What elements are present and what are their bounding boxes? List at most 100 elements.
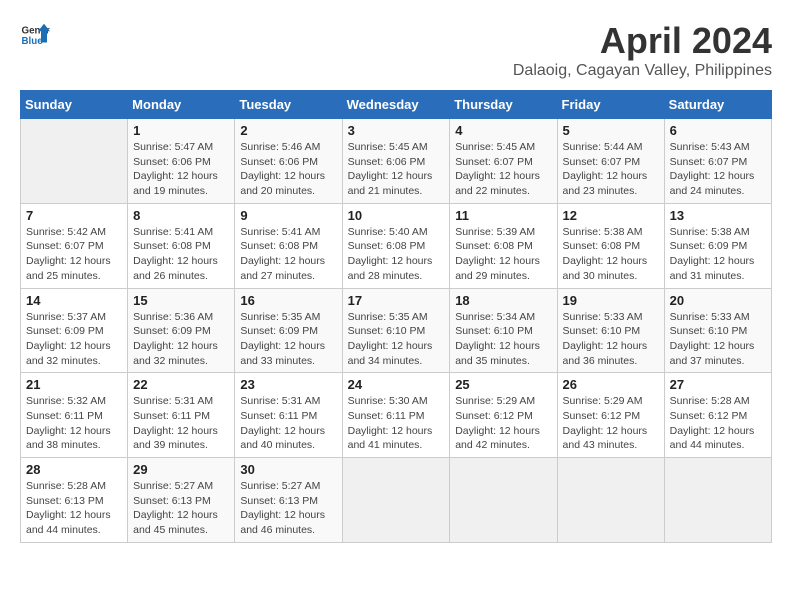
day-number: 4 xyxy=(455,123,551,138)
header-cell-thursday: Thursday xyxy=(450,91,557,119)
day-detail: Sunrise: 5:41 AM Sunset: 6:08 PM Dayligh… xyxy=(133,225,229,284)
day-number: 10 xyxy=(348,208,445,223)
day-number: 7 xyxy=(26,208,122,223)
calendar-cell: 22 Sunrise: 5:31 AM Sunset: 6:11 PM Dayli… xyxy=(128,373,235,458)
day-number: 24 xyxy=(348,377,445,392)
calendar-cell: 13 Sunrise: 5:38 AM Sunset: 6:09 PM Dayli… xyxy=(664,203,771,288)
calendar-cell: 14 Sunrise: 5:37 AM Sunset: 6:09 PM Dayli… xyxy=(21,288,128,373)
calendar-cell: 21 Sunrise: 5:32 AM Sunset: 6:11 PM Dayli… xyxy=(21,373,128,458)
day-detail: Sunrise: 5:32 AM Sunset: 6:11 PM Dayligh… xyxy=(26,394,122,453)
day-detail: Sunrise: 5:37 AM Sunset: 6:09 PM Dayligh… xyxy=(26,310,122,369)
day-number: 25 xyxy=(455,377,551,392)
calendar-cell: 4 Sunrise: 5:45 AM Sunset: 6:07 PM Daylig… xyxy=(450,119,557,204)
day-detail: Sunrise: 5:47 AM Sunset: 6:06 PM Dayligh… xyxy=(133,140,229,199)
calendar-cell: 27Sunrise: 5:28 AM Sunset: 6:12 PM Dayli… xyxy=(664,373,771,458)
calendar-cell: 25 Sunrise: 5:29 AM Sunset: 6:12 PM Dayli… xyxy=(450,373,557,458)
day-detail: Sunrise: 5:35 AM Sunset: 6:09 PM Dayligh… xyxy=(240,310,336,369)
calendar-cell xyxy=(664,458,771,543)
calendar-cell: 12 Sunrise: 5:38 AM Sunset: 6:08 PM Dayli… xyxy=(557,203,664,288)
day-detail: Sunrise: 5:31 AM Sunset: 6:11 PM Dayligh… xyxy=(133,394,229,453)
calendar-cell: 9 Sunrise: 5:41 AM Sunset: 6:08 PM Daylig… xyxy=(235,203,342,288)
calendar-cell: 26Sunrise: 5:29 AM Sunset: 6:12 PM Dayli… xyxy=(557,373,664,458)
calendar-body: 1 Sunrise: 5:47 AM Sunset: 6:06 PM Daylig… xyxy=(21,119,772,543)
calendar-cell: 2 Sunrise: 5:46 AM Sunset: 6:06 PM Daylig… xyxy=(235,119,342,204)
day-number: 9 xyxy=(240,208,336,223)
day-detail: Sunrise: 5:45 AM Sunset: 6:07 PM Dayligh… xyxy=(455,140,551,199)
calendar-cell: 24 Sunrise: 5:30 AM Sunset: 6:11 PM Dayli… xyxy=(342,373,450,458)
calendar-cell: 1 Sunrise: 5:47 AM Sunset: 6:06 PM Daylig… xyxy=(128,119,235,204)
day-detail: Sunrise: 5:38 AM Sunset: 6:09 PM Dayligh… xyxy=(670,225,766,284)
calendar-cell: 7 Sunrise: 5:42 AM Sunset: 6:07 PM Daylig… xyxy=(21,203,128,288)
day-number: 21 xyxy=(26,377,122,392)
location-title: Dalaoig, Cagayan Valley, Philippines xyxy=(513,62,772,80)
day-detail: Sunrise: 5:33 AM Sunset: 6:10 PM Dayligh… xyxy=(670,310,766,369)
day-number: 19 xyxy=(563,293,659,308)
calendar-cell: 29 Sunrise: 5:27 AM Sunset: 6:13 PM Dayli… xyxy=(128,458,235,543)
day-number: 14 xyxy=(26,293,122,308)
day-detail: Sunrise: 5:43 AM Sunset: 6:07 PM Dayligh… xyxy=(670,140,766,199)
day-number: 8 xyxy=(133,208,229,223)
header-row: SundayMondayTuesdayWednesdayThursdayFrid… xyxy=(21,91,772,119)
calendar-week-5: 28Sunrise: 5:28 AM Sunset: 6:13 PM Dayli… xyxy=(21,458,772,543)
calendar-cell xyxy=(21,119,128,204)
calendar-cell xyxy=(342,458,450,543)
day-detail: Sunrise: 5:30 AM Sunset: 6:11 PM Dayligh… xyxy=(348,394,445,453)
calendar-cell: 30Sunrise: 5:27 AM Sunset: 6:13 PM Dayli… xyxy=(235,458,342,543)
day-detail: Sunrise: 5:29 AM Sunset: 6:12 PM Dayligh… xyxy=(455,394,551,453)
day-number: 11 xyxy=(455,208,551,223)
day-number: 5 xyxy=(563,123,659,138)
day-number: 20 xyxy=(670,293,766,308)
day-detail: Sunrise: 5:28 AM Sunset: 6:13 PM Dayligh… xyxy=(26,479,122,538)
calendar-cell: 17Sunrise: 5:35 AM Sunset: 6:10 PM Dayli… xyxy=(342,288,450,373)
day-detail: Sunrise: 5:33 AM Sunset: 6:10 PM Dayligh… xyxy=(563,310,659,369)
calendar-cell: 6 Sunrise: 5:43 AM Sunset: 6:07 PM Daylig… xyxy=(664,119,771,204)
day-detail: Sunrise: 5:46 AM Sunset: 6:06 PM Dayligh… xyxy=(240,140,336,199)
calendar-week-3: 14 Sunrise: 5:37 AM Sunset: 6:09 PM Dayli… xyxy=(21,288,772,373)
day-number: 6 xyxy=(670,123,766,138)
day-detail: Sunrise: 5:44 AM Sunset: 6:07 PM Dayligh… xyxy=(563,140,659,199)
day-detail: Sunrise: 5:28 AM Sunset: 6:12 PM Dayligh… xyxy=(670,394,766,453)
header-cell-sunday: Sunday xyxy=(21,91,128,119)
day-detail: Sunrise: 5:42 AM Sunset: 6:07 PM Dayligh… xyxy=(26,225,122,284)
header-cell-wednesday: Wednesday xyxy=(342,91,450,119)
day-number: 1 xyxy=(133,123,229,138)
calendar-cell: 8 Sunrise: 5:41 AM Sunset: 6:08 PM Daylig… xyxy=(128,203,235,288)
header-cell-monday: Monday xyxy=(128,91,235,119)
calendar-week-2: 7 Sunrise: 5:42 AM Sunset: 6:07 PM Daylig… xyxy=(21,203,772,288)
calendar-cell: 18 Sunrise: 5:34 AM Sunset: 6:10 PM Dayli… xyxy=(450,288,557,373)
day-detail: Sunrise: 5:41 AM Sunset: 6:08 PM Dayligh… xyxy=(240,225,336,284)
header-cell-tuesday: Tuesday xyxy=(235,91,342,119)
day-detail: Sunrise: 5:38 AM Sunset: 6:08 PM Dayligh… xyxy=(563,225,659,284)
header-cell-saturday: Saturday xyxy=(664,91,771,119)
calendar-cell: 11Sunrise: 5:39 AM Sunset: 6:08 PM Dayli… xyxy=(450,203,557,288)
day-detail: Sunrise: 5:29 AM Sunset: 6:12 PM Dayligh… xyxy=(563,394,659,453)
day-detail: Sunrise: 5:34 AM Sunset: 6:10 PM Dayligh… xyxy=(455,310,551,369)
calendar-cell: 10 Sunrise: 5:40 AM Sunset: 6:08 PM Dayli… xyxy=(342,203,450,288)
calendar-cell: 15 Sunrise: 5:36 AM Sunset: 6:09 PM Dayli… xyxy=(128,288,235,373)
day-detail: Sunrise: 5:27 AM Sunset: 6:13 PM Dayligh… xyxy=(133,479,229,538)
day-number: 12 xyxy=(563,208,659,223)
calendar-cell: 20 Sunrise: 5:33 AM Sunset: 6:10 PM Dayli… xyxy=(664,288,771,373)
day-detail: Sunrise: 5:45 AM Sunset: 6:06 PM Dayligh… xyxy=(348,140,445,199)
day-number: 18 xyxy=(455,293,551,308)
day-number: 13 xyxy=(670,208,766,223)
logo: General Blue xyxy=(20,20,50,50)
calendar-week-4: 21 Sunrise: 5:32 AM Sunset: 6:11 PM Dayli… xyxy=(21,373,772,458)
calendar-cell: 28Sunrise: 5:28 AM Sunset: 6:13 PM Dayli… xyxy=(21,458,128,543)
day-number: 29 xyxy=(133,462,229,477)
day-number: 15 xyxy=(133,293,229,308)
calendar-week-1: 1 Sunrise: 5:47 AM Sunset: 6:06 PM Daylig… xyxy=(21,119,772,204)
logo-icon: General Blue xyxy=(20,20,50,50)
day-number: 2 xyxy=(240,123,336,138)
calendar-cell: 23Sunrise: 5:31 AM Sunset: 6:11 PM Dayli… xyxy=(235,373,342,458)
day-detail: Sunrise: 5:40 AM Sunset: 6:08 PM Dayligh… xyxy=(348,225,445,284)
day-number: 22 xyxy=(133,377,229,392)
page-header: General Blue April 2024 Dalaoig, Cagayan… xyxy=(20,20,772,80)
day-detail: Sunrise: 5:27 AM Sunset: 6:13 PM Dayligh… xyxy=(240,479,336,538)
calendar-cell: 19 Sunrise: 5:33 AM Sunset: 6:10 PM Dayli… xyxy=(557,288,664,373)
day-detail: Sunrise: 5:36 AM Sunset: 6:09 PM Dayligh… xyxy=(133,310,229,369)
day-detail: Sunrise: 5:35 AM Sunset: 6:10 PM Dayligh… xyxy=(348,310,445,369)
day-number: 3 xyxy=(348,123,445,138)
title-area: April 2024 Dalaoig, Cagayan Valley, Phil… xyxy=(513,20,772,80)
day-detail: Sunrise: 5:31 AM Sunset: 6:11 PM Dayligh… xyxy=(240,394,336,453)
